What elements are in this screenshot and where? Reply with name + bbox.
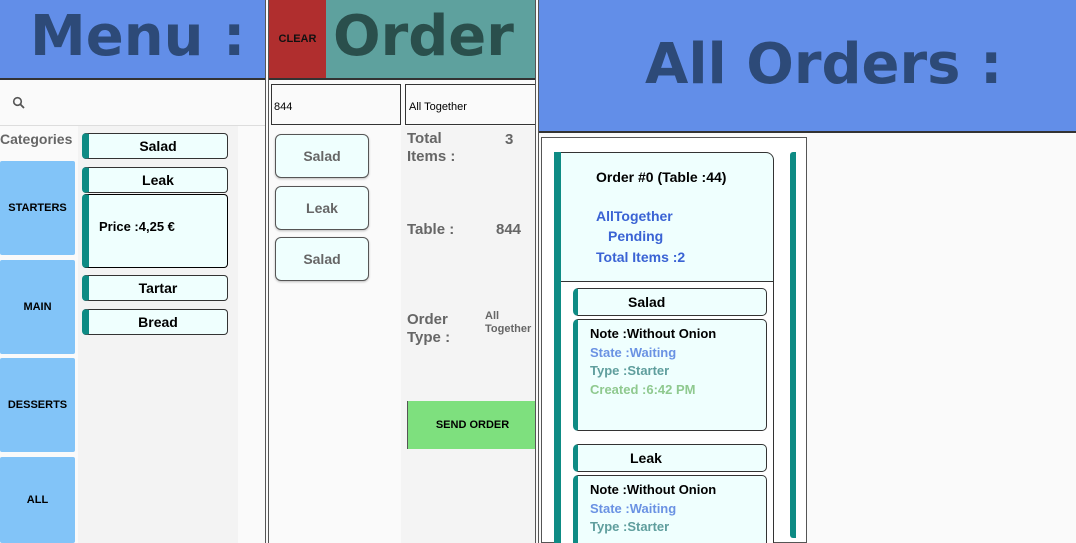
- order-item[interactable]: Salad: [275, 134, 369, 178]
- all-orders-title: All Orders :: [645, 32, 1003, 97]
- order-number: Order #0 (Table :44): [596, 169, 727, 185]
- category-main[interactable]: MAIN: [0, 260, 75, 354]
- order-mode: AllTogether: [596, 208, 673, 224]
- menu-items: Salad Leak Price :4,25 € Tartar Bread: [78, 126, 238, 543]
- search-input[interactable]: [34, 90, 259, 118]
- categories-label: Categories: [0, 131, 73, 147]
- menu-header: Menu :: [0, 0, 265, 80]
- order-title: Order :: [333, 4, 536, 69]
- search-bar: [0, 82, 265, 126]
- menu-item-tartar[interactable]: Tartar: [82, 275, 228, 301]
- table-label: Table :: [407, 221, 455, 238]
- clear-button[interactable]: CLEAR: [269, 0, 326, 78]
- order-line-details: Note :Without Onion State :Waiting Type …: [573, 475, 767, 543]
- menu-item-bread[interactable]: Bread: [82, 309, 228, 335]
- total-items-value: 3: [505, 131, 514, 148]
- order-card-header: Order #0 (Table :44) AllTogether Pending…: [561, 152, 774, 282]
- next-order-card-edge[interactable]: [790, 152, 796, 538]
- all-orders-header: All Orders :: [539, 0, 1076, 133]
- line-note: Note :Without Onion: [590, 482, 717, 497]
- order-pane: Order : CLEAR 844 All Together Salad Lea…: [268, 0, 536, 543]
- table-value: 844: [496, 221, 522, 238]
- orders-list: Order #0 (Table :44) AllTogether Pending…: [541, 137, 807, 543]
- price-text: Price :4,25 €: [99, 219, 175, 234]
- line-type: Type :Starter: [590, 363, 670, 378]
- line-note: Note :Without Onion: [590, 326, 717, 341]
- total-items-label: Total Items :: [407, 130, 456, 165]
- line-type: Type :Starter: [590, 519, 670, 534]
- order-item[interactable]: Leak: [275, 186, 369, 230]
- order-type-field[interactable]: All Together: [405, 84, 535, 125]
- order-items: Salad Leak Salad: [269, 126, 399, 543]
- order-card[interactable]: Order #0 (Table :44) AllTogether Pending…: [554, 152, 774, 543]
- order-summary: Total Items : 3 Table : 844 Order Type :…: [401, 126, 535, 543]
- menu-item-leak[interactable]: Leak: [82, 167, 228, 193]
- price-detail[interactable]: Price :4,25 €: [82, 194, 228, 268]
- all-orders-pane: All Orders : Order #0 (Table :44) AllTog…: [538, 0, 1076, 543]
- order-line-name[interactable]: Salad: [573, 288, 767, 316]
- order-status: Pending: [608, 228, 664, 244]
- search-icon[interactable]: [12, 96, 26, 110]
- category-all[interactable]: ALL: [0, 457, 75, 543]
- category-starters[interactable]: STARTERS: [0, 161, 75, 255]
- order-line-name[interactable]: Leak: [573, 444, 767, 472]
- line-state: State :Waiting: [590, 500, 677, 516]
- menu-pane: Menu : Categories STARTERS MAIN DESSERTS…: [0, 0, 266, 543]
- send-order-button[interactable]: SEND ORDER: [407, 401, 535, 449]
- order-line-details: Note :Without Onion State :Waiting Type …: [573, 319, 767, 431]
- order-total-items: Total Items :2: [596, 249, 686, 265]
- line-created: Created :6:42 PM: [590, 381, 696, 397]
- order-type-label: Order Type :: [407, 311, 451, 346]
- order-type-value: All Together: [485, 310, 532, 335]
- category-desserts[interactable]: DESSERTS: [0, 358, 75, 452]
- order-card-lines: Salad Note :Without Onion State :Waiting…: [561, 282, 774, 543]
- line-state: State :Waiting: [590, 344, 677, 360]
- menu-title: Menu :: [30, 4, 246, 69]
- table-number-field[interactable]: 844: [271, 84, 401, 125]
- menu-item-salad[interactable]: Salad: [82, 133, 228, 159]
- order-item[interactable]: Salad: [275, 237, 369, 281]
